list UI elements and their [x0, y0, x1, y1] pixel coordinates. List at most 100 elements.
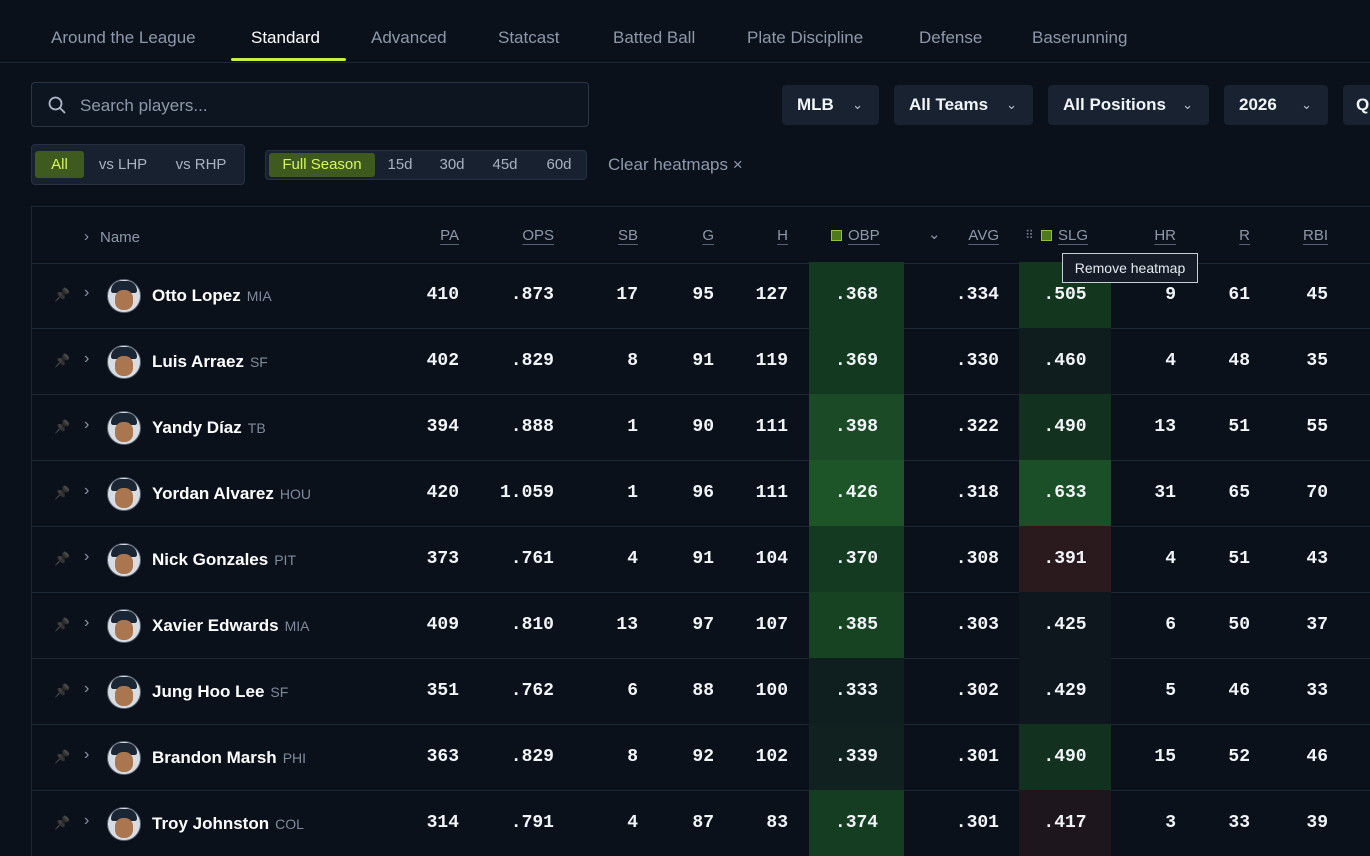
col-g[interactable]: G — [664, 227, 714, 244]
cell-hr: 4 — [1165, 351, 1176, 371]
cell-pa: 420 — [426, 483, 459, 503]
sort-desc-icon[interactable]: ⌄ — [928, 225, 941, 243]
team-abbr: PIT — [274, 552, 296, 568]
avatar — [107, 477, 141, 511]
player-name[interactable]: Yordan Alvarez HOU — [152, 461, 311, 526]
table-row[interactable]: 📌 › Luis Arraez SF 402 .829 8 91 119 .369 .330 .460… — [32, 328, 1370, 395]
cell-avg: .308 — [955, 549, 999, 569]
expand-row-icon[interactable]: › — [84, 812, 89, 830]
expand-row-icon[interactable]: › — [84, 284, 89, 302]
range-15d[interactable]: 15d — [382, 153, 418, 177]
expand-row-icon[interactable]: › — [84, 746, 89, 764]
col-name[interactable]: Name — [100, 229, 140, 246]
col-obp[interactable]: OBP — [831, 227, 880, 244]
col-r[interactable]: R — [1200, 227, 1250, 244]
table-row[interactable]: 📌 › Yordan Alvarez HOU 420 1.059 1 96 111 .426 .31… — [32, 460, 1370, 527]
team-abbr: HOU — [279, 486, 311, 502]
search-icon — [48, 96, 66, 114]
pin-icon[interactable]: 📌 — [54, 551, 70, 567]
remove-heatmap-tooltip: Remove heatmap — [1062, 253, 1198, 283]
pin-icon[interactable]: 📌 — [54, 353, 70, 369]
team-abbr: MIA — [284, 618, 310, 634]
table-row[interactable]: 📌 › Nick Gonzales PIT 373 .761 4 91 104 .370 .308.… — [32, 526, 1370, 593]
heatmap-icon[interactable] — [1041, 230, 1052, 241]
player-name[interactable]: Brandon Marsh PHI — [152, 725, 306, 790]
range-full-season[interactable]: Full Season — [269, 153, 375, 177]
col-avg[interactable]: AVG — [949, 227, 999, 244]
tab-baserunning[interactable]: Baserunning — [1032, 28, 1127, 48]
player-name[interactable]: Yandy Díaz TB — [152, 395, 266, 460]
player-name-text: Xavier Edwards — [152, 616, 279, 635]
col-rbi[interactable]: RBI — [1278, 227, 1328, 244]
player-name[interactable]: Otto Lopez MIA — [152, 263, 272, 328]
cell-rbi: 70 — [1306, 483, 1328, 503]
search-input[interactable] — [78, 93, 572, 119]
split-vs-rhp[interactable]: vs RHP — [169, 151, 233, 178]
cell-ops: .873 — [510, 285, 554, 305]
pin-icon[interactable]: 📌 — [54, 815, 70, 831]
clear-heatmaps-button[interactable]: Clear heatmaps × — [608, 155, 743, 175]
player-name[interactable]: Luis Arraez SF — [152, 329, 268, 394]
tab-around-the-league[interactable]: Around the League — [51, 28, 196, 48]
player-name[interactable]: Jung Hoo Lee SF — [152, 659, 288, 724]
split-vs-lhp[interactable]: vs LHP — [91, 151, 155, 178]
col-hr[interactable]: HR — [1126, 227, 1176, 244]
positions-select[interactable]: All Positions ⌄ — [1048, 85, 1209, 125]
team-abbr: SF — [249, 354, 268, 370]
table-row[interactable]: 📌 › Yandy Díaz TB 394 .888 1 90 111 .398 .322 .490 1… — [32, 394, 1370, 461]
table-row[interactable]: 📌 › Brandon Marsh PHI 363 .829 8 92 102 .339 .301.… — [32, 724, 1370, 791]
pin-icon[interactable]: 📌 — [54, 287, 70, 303]
range-45d[interactable]: 45d — [485, 153, 525, 177]
tab-standard[interactable]: Standard — [251, 28, 320, 48]
cell-rbi: 33 — [1306, 681, 1328, 701]
date-range-toggle: Full Season 15d 30d 45d 60d — [265, 150, 587, 180]
tab-plate-discipline[interactable]: Plate Discipline — [747, 28, 863, 48]
tab-advanced[interactable]: Advanced — [371, 28, 447, 48]
heatmap-icon[interactable] — [831, 230, 842, 241]
cell-avg: .322 — [955, 417, 999, 437]
tab-batted-ball[interactable]: Batted Ball — [613, 28, 695, 48]
range-30d[interactable]: 30d — [432, 153, 472, 177]
split-all[interactable]: All — [35, 151, 84, 178]
expand-row-icon[interactable]: › — [84, 416, 89, 434]
col-slg[interactable]: SLG — [1041, 227, 1088, 244]
cell-ops: .810 — [510, 615, 554, 635]
pin-icon[interactable]: 📌 — [54, 749, 70, 765]
table-row[interactable]: 📌 › Jung Hoo Lee SF 351 .762 6 88 100 .333 .302 .42… — [32, 658, 1370, 725]
more-filter-select[interactable]: Q — [1343, 85, 1370, 125]
season-select[interactable]: 2026 ⌄ — [1224, 85, 1328, 125]
pin-icon[interactable]: 📌 — [54, 485, 70, 501]
col-sb[interactable]: SB — [588, 227, 638, 244]
player-name-text: Yordan Alvarez — [152, 484, 274, 503]
player-name[interactable]: Troy Johnston COL — [152, 791, 304, 856]
cell-sb: 13 — [616, 615, 638, 635]
expand-row-icon[interactable]: › — [84, 350, 89, 368]
expand-row-icon[interactable]: › — [84, 680, 89, 698]
teams-select-value: All Teams — [909, 95, 989, 114]
pin-icon[interactable]: 📌 — [54, 617, 70, 633]
tab-statcast[interactable]: Statcast — [498, 28, 559, 48]
expand-row-icon[interactable]: › — [84, 548, 89, 566]
league-select[interactable]: MLB ⌄ — [782, 85, 879, 125]
teams-select[interactable]: All Teams ⌄ — [894, 85, 1033, 125]
table-row[interactable]: 📌 › Xavier Edwards MIA 409 .810 13 97 107 .385 .30… — [32, 592, 1370, 659]
cell-sb: 8 — [627, 351, 638, 371]
col-h[interactable]: H — [738, 227, 788, 244]
range-60d[interactable]: 60d — [539, 153, 579, 177]
col-pa[interactable]: PA — [409, 227, 459, 244]
player-name[interactable]: Nick Gonzales PIT — [152, 527, 296, 592]
table-row[interactable]: 📌 › Troy Johnston COL 314 .791 4 87 83 .374 .301 .4… — [32, 790, 1370, 856]
cell-r: 51 — [1228, 549, 1250, 569]
drag-handle-icon[interactable]: ⠿ — [1025, 228, 1034, 242]
cell-rbi: 55 — [1306, 417, 1328, 437]
pin-icon[interactable]: 📌 — [54, 419, 70, 435]
cell-slg: .633 — [1043, 483, 1087, 503]
col-ops[interactable]: OPS — [504, 227, 554, 244]
tab-defense[interactable]: Defense — [919, 28, 982, 48]
cell-rbi: 37 — [1306, 615, 1328, 635]
expand-all-icon[interactable]: › — [84, 228, 89, 245]
expand-row-icon[interactable]: › — [84, 614, 89, 632]
expand-row-icon[interactable]: › — [84, 482, 89, 500]
pin-icon[interactable]: 📌 — [54, 683, 70, 699]
player-name[interactable]: Xavier Edwards MIA — [152, 593, 310, 658]
